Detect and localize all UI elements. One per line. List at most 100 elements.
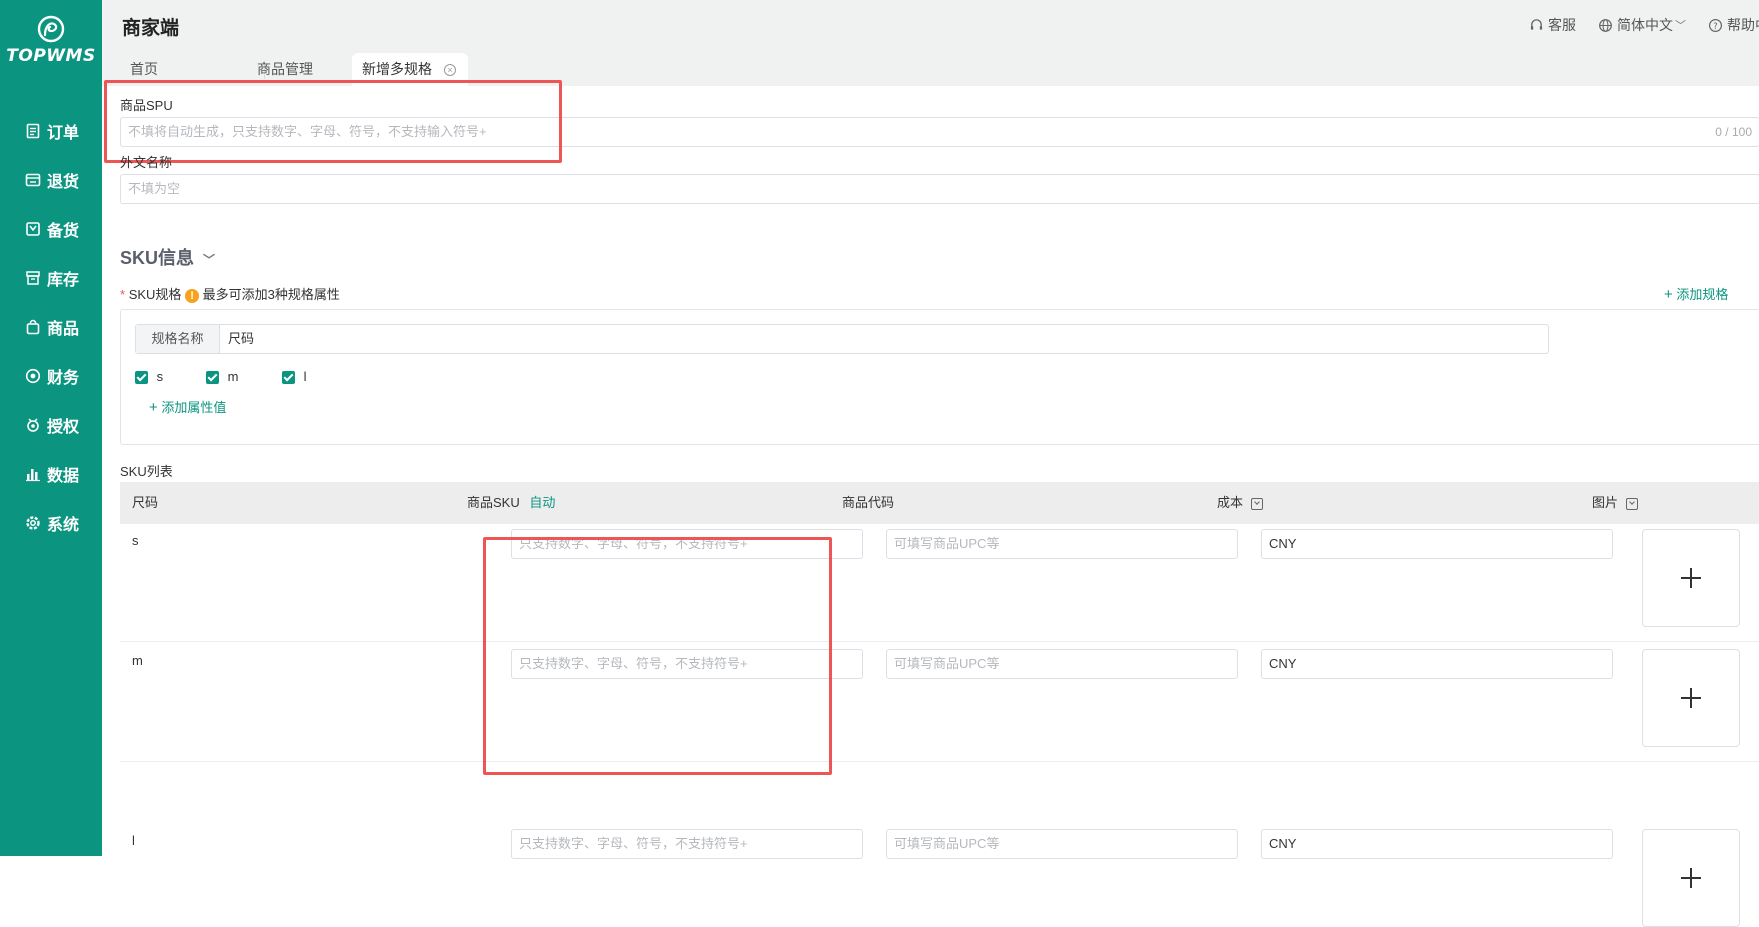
cost-value: CNY bbox=[1269, 656, 1297, 671]
sidebar-nav: 订单 退货 备货 库存 商品 财务 授权 数据 系统 bbox=[0, 106, 102, 547]
checkbox-checked-icon[interactable] bbox=[206, 371, 219, 385]
sku-spec-hint: 最多可添加3种规格属性 bbox=[202, 287, 340, 302]
spec-value-label: l bbox=[303, 369, 307, 384]
sku-placeholder: 只支持数字、字母、符号，不支持符号+ bbox=[519, 656, 748, 671]
sidebar-item-finance[interactable]: 财务 bbox=[0, 351, 102, 400]
tab-bar: 首页 商品管理 新增多规格 × bbox=[102, 46, 1759, 86]
checkbox-checked-icon[interactable] bbox=[135, 371, 148, 385]
sku-spec-label: SKU规格 bbox=[128, 287, 182, 302]
customer-service-link[interactable]: 客服 bbox=[1529, 15, 1576, 35]
tab-label: 商品管理 bbox=[257, 61, 313, 77]
tab-new-multi-spec[interactable]: 新增多规格 × bbox=[352, 53, 468, 86]
batch-fill-icon[interactable] bbox=[1625, 497, 1638, 510]
plus-icon: + bbox=[149, 399, 158, 416]
finance-icon bbox=[25, 368, 41, 384]
logo-text: TOPWMS bbox=[6, 46, 96, 66]
col-sku: 商品SKU 自动 bbox=[467, 482, 555, 524]
row-divider bbox=[120, 761, 1759, 762]
sku-input[interactable]: 只支持数字、字母、符号，不支持符号+ bbox=[511, 829, 863, 859]
sku-placeholder: 只支持数字、字母、符号，不支持符号+ bbox=[519, 836, 748, 851]
sku-auto-link[interactable]: 自动 bbox=[529, 495, 555, 510]
checkbox-checked-icon[interactable] bbox=[282, 371, 295, 385]
help-icon: ? bbox=[1708, 18, 1723, 32]
sku-input[interactable]: 只支持数字、字母、符号，不支持符号+ bbox=[511, 529, 863, 559]
sidebar-item-returns[interactable]: 退货 bbox=[0, 155, 102, 204]
header-actions: 客服 简体中文 ﹀ ? 帮助中 bbox=[1507, 15, 1759, 35]
sidebar-item-data[interactable]: 数据 bbox=[0, 449, 102, 498]
sidebar-item-label: 数据 bbox=[47, 467, 80, 485]
col-sku-label: 商品SKU bbox=[467, 495, 520, 510]
spec-panel: 规格名称 尺码 s m l + 添加属性值 bbox=[120, 309, 1759, 445]
sidebar-item-inventory[interactable]: 库存 bbox=[0, 253, 102, 302]
inventory-icon bbox=[25, 270, 41, 286]
foreign-name-placeholder: 不填为空 bbox=[128, 181, 181, 196]
spec-name-field: 规格名称 尺码 bbox=[135, 324, 1549, 354]
col-size: 尺码 bbox=[132, 495, 159, 510]
help-center-link[interactable]: ? 帮助中 bbox=[1708, 15, 1759, 35]
customer-service-label: 客服 bbox=[1548, 17, 1576, 33]
sku-input[interactable]: 只支持数字、字母、符号，不支持符号+ bbox=[511, 649, 863, 679]
sku-info-title-text: SKU信息 bbox=[120, 248, 195, 268]
order-icon bbox=[25, 123, 41, 139]
tab-label: 新增多规格 bbox=[362, 61, 432, 77]
col-image-label: 图片 bbox=[1592, 495, 1619, 510]
add-spec-button[interactable]: + 添加规格 bbox=[1664, 284, 1728, 303]
sku-spec-row: * SKU规格 ! 最多可添加3种规格属性 bbox=[120, 284, 340, 303]
tab-label: 首页 bbox=[130, 61, 158, 77]
code-input[interactable]: 可填写商品UPC等 bbox=[886, 649, 1238, 679]
required-mark: * bbox=[120, 287, 126, 302]
cost-input[interactable]: CNY bbox=[1261, 529, 1613, 559]
cost-input[interactable]: CNY bbox=[1261, 829, 1613, 859]
spec-value-l[interactable]: l bbox=[282, 369, 307, 385]
return-icon bbox=[25, 172, 41, 188]
chevron-down-icon: ﹀ bbox=[203, 253, 216, 267]
settings-icon bbox=[25, 515, 41, 531]
sidebar-item-authorize[interactable]: 授权 bbox=[0, 400, 102, 449]
help-label: 帮助中 bbox=[1727, 17, 1759, 33]
sidebar-item-system[interactable]: 系统 bbox=[0, 498, 102, 547]
stock-prep-icon bbox=[25, 221, 41, 237]
sku-info-title[interactable]: SKU信息 ﹀ bbox=[120, 244, 215, 270]
tab-product-management[interactable]: 商品管理 bbox=[257, 53, 357, 86]
foreign-name-input[interactable]: 不填为空 bbox=[120, 174, 1759, 204]
col-cost: 成本 bbox=[1217, 482, 1263, 524]
add-value-label: 添加属性值 bbox=[161, 400, 227, 415]
sidebar: TOPWMS 订单 退货 备货 库存 商品 财务 授权 数据 系统 bbox=[0, 0, 102, 856]
col-image: 图片 bbox=[1592, 482, 1638, 524]
image-upload-button[interactable] bbox=[1642, 529, 1740, 627]
spec-value-label: m bbox=[227, 369, 239, 384]
authorize-icon bbox=[25, 417, 41, 433]
spec-name-input[interactable]: 尺码 bbox=[228, 325, 254, 353]
headset-icon bbox=[1530, 18, 1543, 30]
language-select[interactable]: 简体中文 ﹀ bbox=[1598, 15, 1686, 35]
spec-value-label: s bbox=[156, 369, 164, 384]
main-content: 商品SPU 不填将自动生成，只支持数字、字母、符号，不支持输入符号+ 0 / 1… bbox=[102, 80, 1759, 927]
image-upload-button[interactable] bbox=[1642, 649, 1740, 747]
batch-fill-icon[interactable] bbox=[1250, 497, 1263, 510]
spu-label: 商品SPU bbox=[120, 98, 173, 113]
close-icon[interactable]: × bbox=[444, 64, 456, 76]
spec-value-s[interactable]: s bbox=[135, 369, 164, 385]
globe-icon bbox=[1599, 18, 1612, 32]
sidebar-item-orders[interactable]: 订单 bbox=[0, 106, 102, 155]
product-icon bbox=[25, 319, 41, 335]
spec-value-m[interactable]: m bbox=[206, 369, 239, 385]
image-upload-button[interactable] bbox=[1642, 829, 1740, 927]
spu-input[interactable]: 不填将自动生成，只支持数字、字母、符号，不支持输入符号+ 0 / 100 bbox=[120, 117, 1759, 147]
warning-icon: ! bbox=[185, 288, 200, 303]
language-label: 简体中文 bbox=[1617, 17, 1673, 33]
code-placeholder: 可填写商品UPC等 bbox=[894, 536, 1000, 551]
add-value-button[interactable]: + 添加属性值 bbox=[149, 397, 226, 416]
tab-home[interactable]: 首页 bbox=[130, 53, 210, 86]
code-input[interactable]: 可填写商品UPC等 bbox=[886, 829, 1238, 859]
add-spec-label: 添加规格 bbox=[1676, 287, 1729, 302]
sidebar-item-stock-prep[interactable]: 备货 bbox=[0, 204, 102, 253]
col-code: 商品代码 bbox=[842, 495, 895, 510]
sidebar-item-label: 商品 bbox=[47, 320, 80, 338]
row-divider bbox=[120, 641, 1759, 642]
sidebar-item-label: 授权 bbox=[47, 418, 80, 436]
sku-table-header: 尺码 商品SKU 自动 商品代码 成本 图片 bbox=[120, 482, 1759, 524]
cost-input[interactable]: CNY bbox=[1261, 649, 1613, 679]
sidebar-item-products[interactable]: 商品 bbox=[0, 302, 102, 351]
code-input[interactable]: 可填写商品UPC等 bbox=[886, 529, 1238, 559]
